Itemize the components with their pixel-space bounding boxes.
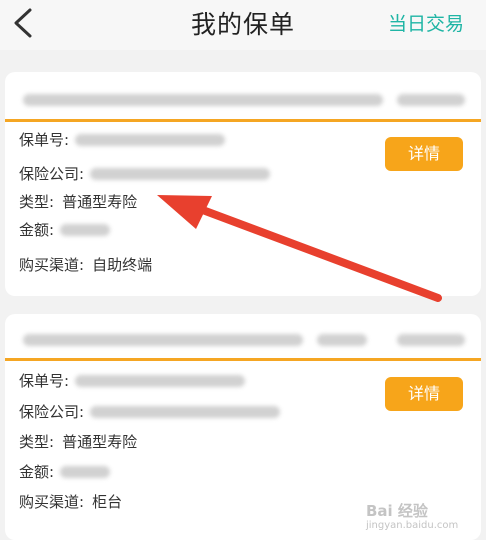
watermark-url: jingyan.baidu.com — [366, 520, 459, 531]
blurred-policy-number — [75, 133, 226, 146]
type-row: 类型: 普通型寿险 — [19, 191, 137, 212]
policy-number-row: 保单号: — [19, 129, 226, 150]
blurred-insured-name — [23, 94, 383, 106]
watermark-brand: Bai 经验 — [366, 502, 428, 520]
blurred-policy-number — [75, 374, 246, 387]
channel-row: 购买渠道: 柜台 — [19, 491, 122, 512]
channel-value: 自助终端 — [92, 256, 153, 274]
insurance-company-row: 保险公司: — [19, 163, 271, 184]
blurred-name-suffix — [317, 334, 367, 346]
type-label: 类型: — [19, 433, 55, 451]
card-divider — [5, 358, 481, 361]
insurance-company-label: 保险公司: — [19, 165, 85, 183]
blurred-date — [397, 94, 465, 106]
policy-card-header — [5, 314, 481, 361]
type-row: 类型: 普通型寿险 — [19, 431, 137, 452]
type-value: 普通型寿险 — [62, 193, 138, 211]
amount-row: 金额: — [19, 461, 111, 482]
policy-number-label: 保单号: — [19, 131, 70, 149]
blurred-amount — [60, 465, 111, 478]
detail-button[interactable]: 详情 — [385, 377, 463, 411]
policy-card: 保单号: 保险公司: 类型: 普通型寿险 金额: 购买渠道: 自助终端 详情 — [5, 72, 481, 296]
amount-row: 金额: — [19, 219, 111, 240]
channel-label: 购买渠道: — [19, 493, 85, 511]
type-value: 普通型寿险 — [62, 433, 138, 451]
watermark-logo: Bai 经验 jingyan.baidu.com — [366, 500, 462, 534]
daily-transactions-link[interactable]: 当日交易 — [388, 9, 464, 36]
blurred-insured-name — [23, 334, 303, 346]
policy-number-row: 保单号: — [19, 370, 246, 391]
channel-label: 购买渠道: — [19, 256, 85, 274]
type-label: 类型: — [19, 193, 55, 211]
blurred-amount — [60, 223, 111, 236]
card-divider — [5, 119, 481, 122]
top-nav-bar: 我的保单 当日交易 — [0, 0, 486, 50]
channel-row: 购买渠道: 自助终端 — [19, 254, 152, 275]
blurred-company-name — [90, 167, 271, 180]
insurance-company-row: 保险公司: — [19, 401, 281, 422]
channel-value: 柜台 — [92, 493, 123, 511]
policy-number-label: 保单号: — [19, 372, 70, 390]
blurred-company-name — [90, 405, 281, 418]
policy-card-header — [5, 72, 481, 119]
detail-button[interactable]: 详情 — [385, 137, 463, 171]
blurred-date — [397, 334, 465, 346]
amount-label: 金额: — [19, 463, 55, 481]
amount-label: 金额: — [19, 221, 55, 239]
insurance-company-label: 保险公司: — [19, 403, 85, 421]
